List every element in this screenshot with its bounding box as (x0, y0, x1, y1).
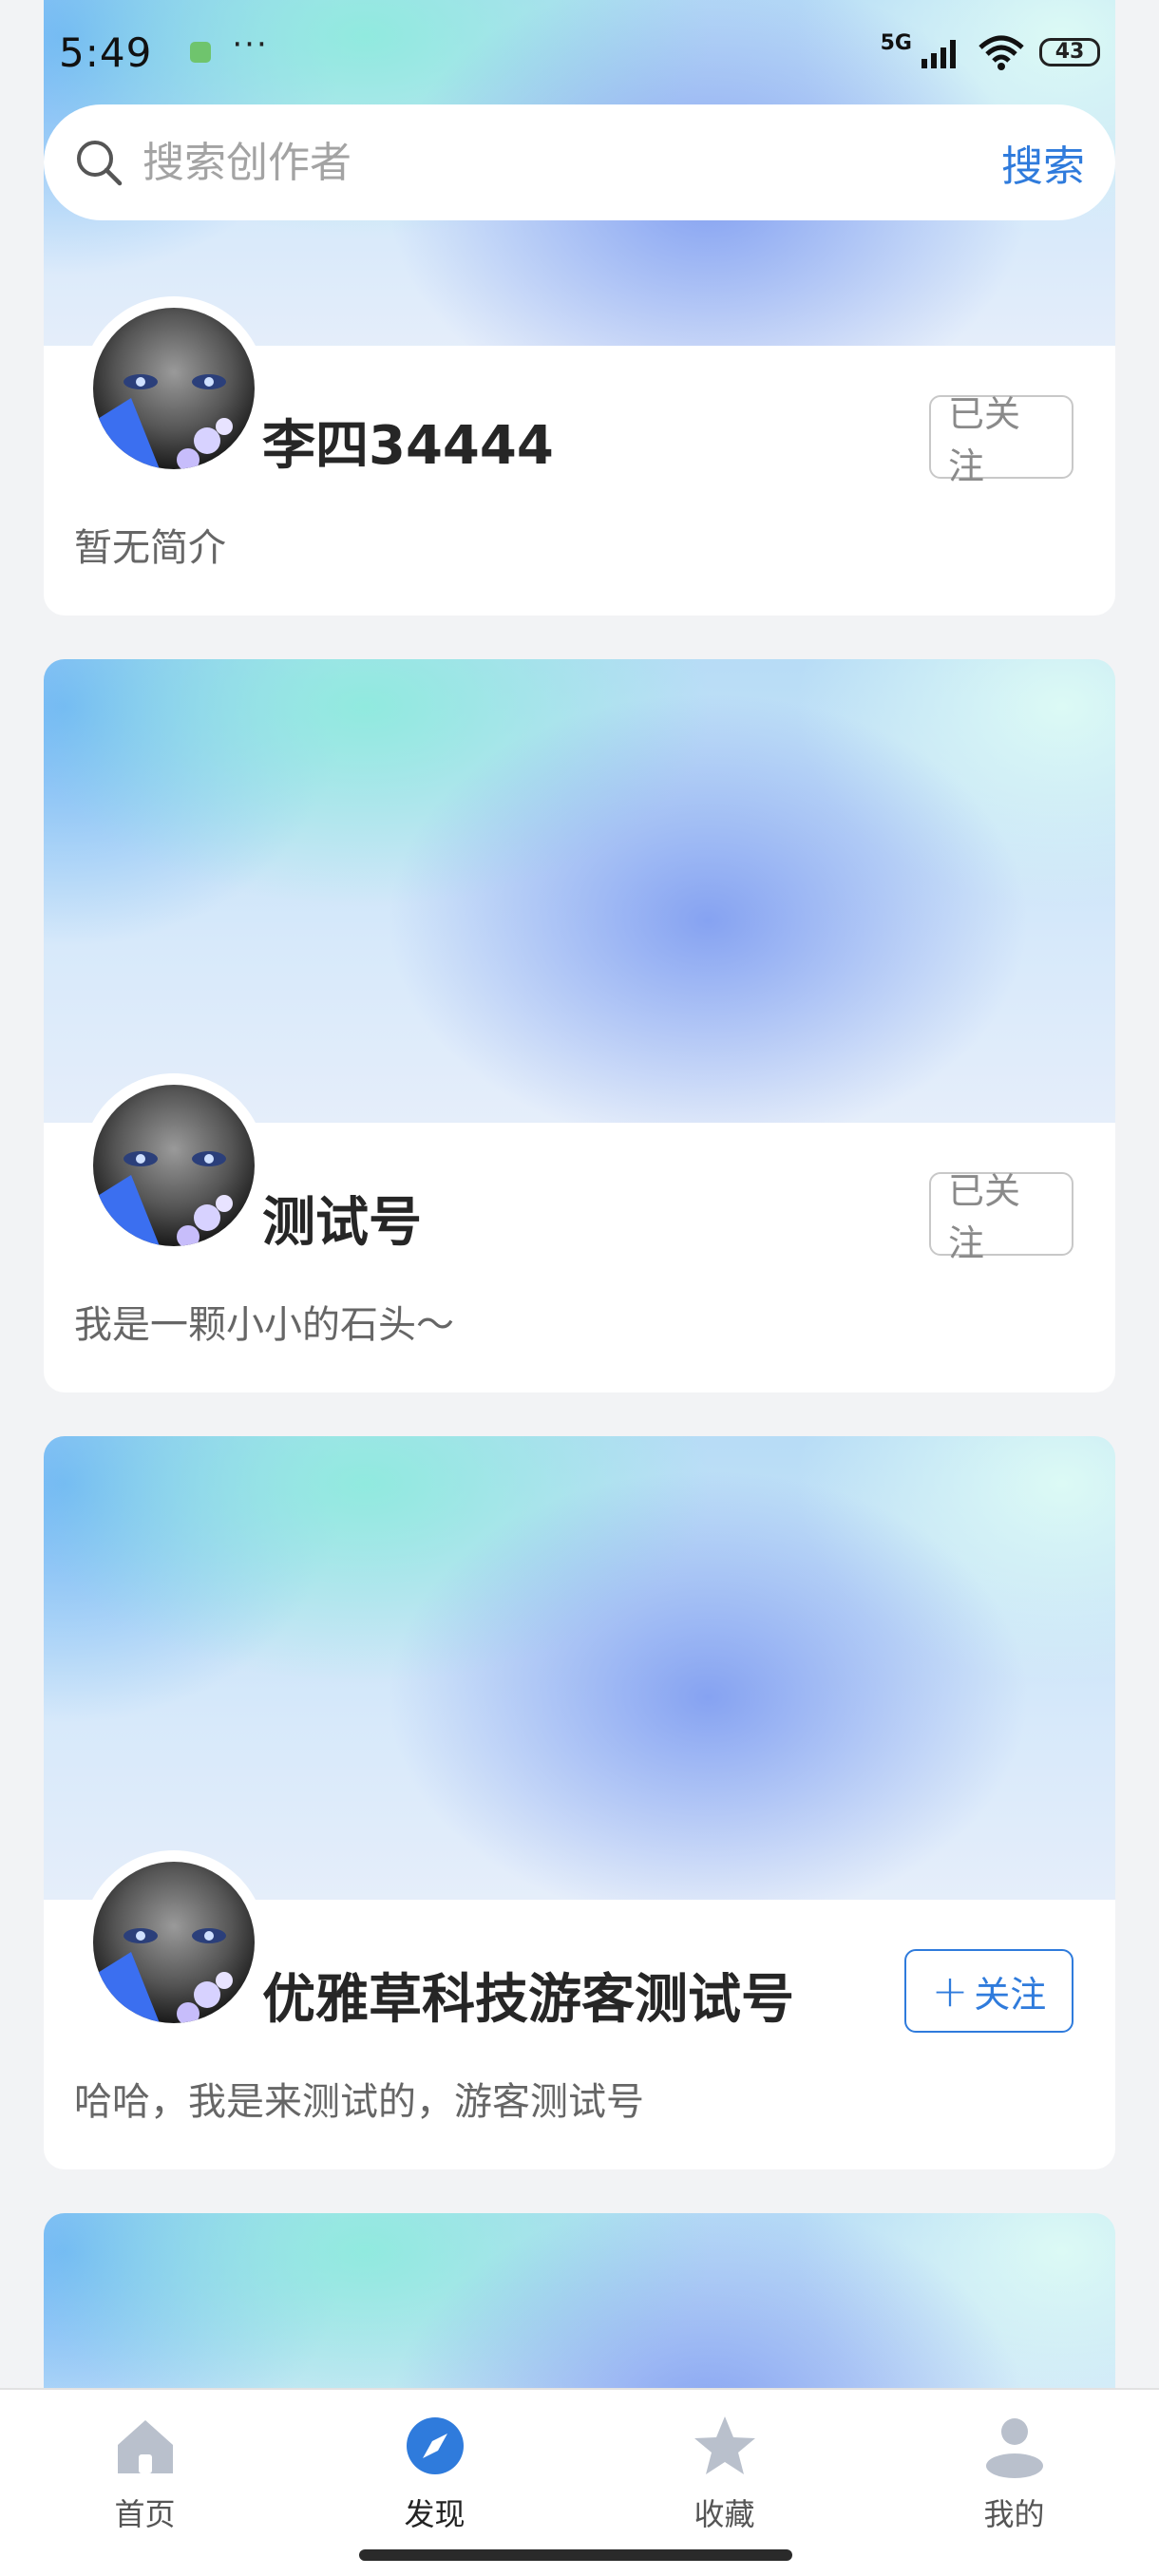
tab-label: 首页 (114, 2496, 176, 2532)
wifi-icon (978, 35, 1024, 70)
search-button[interactable]: 搜索 (1001, 132, 1085, 193)
app-notification-icon (190, 42, 212, 63)
follow-button-label: 已关注 (948, 393, 1021, 487)
creator-bio: 哈哈，我是来测试的，游客测试号 (74, 2080, 644, 2124)
creator-card[interactable]: 优雅草科技游客测试号 + 关注 哈哈，我是来测试的，游客测试号 (44, 1850, 1115, 2169)
tab-label: 发现 (404, 2496, 466, 2532)
battery-indicator: 43 (1039, 38, 1100, 66)
compass-icon (406, 2417, 464, 2474)
creator-name: 李四34444 (262, 415, 554, 477)
plus-icon: + (931, 1965, 969, 2017)
tab-label: 我的 (983, 2496, 1045, 2532)
status-time: 5:49 (59, 28, 153, 76)
tab-discover[interactable]: 发现 (290, 2390, 580, 2576)
tab-favorites[interactable]: 收藏 (580, 2390, 869, 2576)
home-icon (117, 2420, 173, 2473)
search-bar: 搜索 (44, 104, 1115, 220)
star-icon (694, 2416, 755, 2474)
avatar[interactable] (82, 296, 266, 481)
tab-label: 收藏 (694, 2496, 755, 2532)
creator-card[interactable]: 测试号 已关注 我是一颗小小的石头～ (44, 1073, 1115, 1392)
user-icon (985, 2418, 1043, 2478)
follow-button-label: 关注 (974, 1973, 1047, 2016)
creator-bio: 暂无简介 (74, 526, 226, 570)
follow-button-label: 已关注 (948, 1170, 1021, 1264)
status-bar: 5:49 ··· 5G 43 (0, 0, 1159, 104)
avatar-image (93, 1862, 255, 2023)
creator-banner (44, 1436, 1115, 1911)
avatar-image (93, 1085, 255, 1246)
creator-name: 优雅草科技游客测试号 (262, 1969, 794, 2031)
signal-icon (922, 40, 956, 68)
avatar-image (93, 308, 255, 469)
creator-card[interactable]: 李四34444 已关注 暂无简介 (44, 296, 1115, 616)
creator-name: 测试号 (262, 1192, 422, 1254)
avatar[interactable] (82, 1073, 266, 1258)
tab-home[interactable]: 首页 (0, 2390, 290, 2576)
avatar[interactable] (82, 1850, 266, 2035)
tab-me[interactable]: 我的 (869, 2390, 1159, 2576)
search-input[interactable] (142, 138, 1001, 187)
network-type: 5G (880, 30, 912, 55)
creator-bio: 我是一颗小小的石头～ (74, 1303, 454, 1347)
following-button[interactable]: 已关注 (929, 393, 1074, 487)
creator-banner (44, 659, 1115, 1134)
following-button[interactable]: 已关注 (929, 1170, 1074, 1264)
home-indicator[interactable] (359, 2549, 792, 2561)
more-notifications-icon: ··· (232, 26, 269, 64)
bottom-tab-bar: 首页 发现 收藏 我的 (0, 2388, 1159, 2576)
search-icon (77, 141, 123, 186)
follow-button[interactable]: + 关注 (904, 1949, 1074, 2033)
